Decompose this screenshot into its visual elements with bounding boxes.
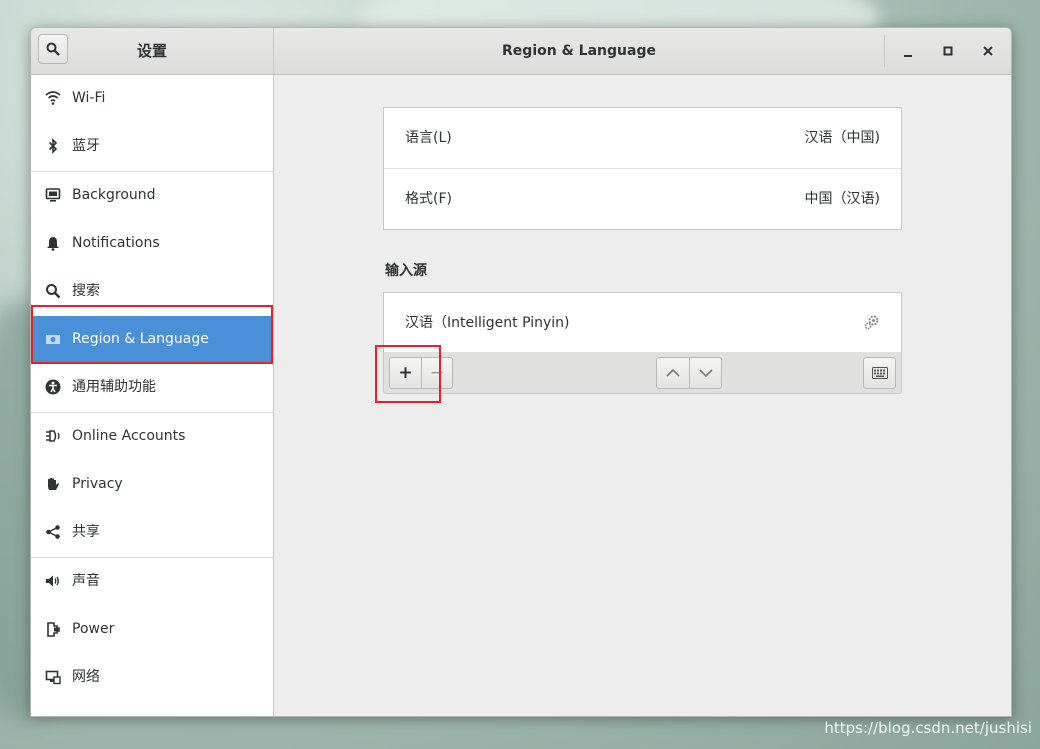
sidebar-item-wifi[interactable]: Wi-Fi	[31, 75, 273, 121]
settings-window: 设置 Region & Language Wi-Fi 蓝牙 Background…	[30, 27, 1012, 717]
sidebar: Wi-Fi 蓝牙 Background Notifications 搜索 Reg…	[31, 75, 274, 716]
maximize-icon	[943, 46, 953, 56]
input-sources-toolbar: + −	[383, 352, 902, 394]
move-up-button[interactable]	[656, 357, 690, 389]
sidebar-item-label: 通用辅助功能	[72, 379, 156, 395]
language-label: 语言(L)	[405, 130, 452, 146]
bell-icon	[47, 237, 59, 251]
window-title: Region & Language	[502, 43, 656, 59]
keyboard-layout-button[interactable]	[863, 357, 896, 389]
language-formats-panel: 语言(L) 汉语（中国) 格式(F) 中国（汉语)	[383, 107, 902, 230]
power-icon	[47, 622, 60, 637]
sidebar-header: 设置	[31, 28, 274, 74]
sidebar-item-label: Privacy	[72, 476, 123, 492]
wifi-icon	[45, 91, 61, 105]
sidebar-item-accessibility[interactable]: 通用辅助功能	[31, 364, 273, 410]
input-sources-list: 汉语（Intelligent Pinyin)	[383, 292, 902, 353]
speaker-icon	[46, 575, 59, 587]
sidebar-item-label: 共享	[72, 524, 100, 540]
sidebar-item-label: Wi-Fi	[72, 90, 106, 106]
minimize-button[interactable]	[897, 40, 919, 62]
sidebar-item-label: 声音	[72, 573, 100, 589]
highlight-box	[31, 305, 273, 364]
sidebar-item-label: Power	[72, 621, 115, 637]
background-icon	[45, 188, 61, 202]
sidebar-item-online-accounts[interactable]: Online Accounts	[31, 413, 273, 459]
sidebar-item-bluetooth[interactable]: 蓝牙	[31, 123, 273, 169]
network-icon	[45, 670, 61, 685]
chevron-down-icon	[698, 369, 713, 378]
move-down-button[interactable]	[689, 357, 722, 389]
sidebar-item-privacy[interactable]: Privacy	[31, 461, 273, 507]
sidebar-item-background[interactable]: Background	[31, 172, 273, 218]
formats-value: 中国（汉语)	[804, 191, 880, 207]
sidebar-item-label: 网络	[72, 669, 100, 685]
close-icon	[983, 46, 993, 56]
sidebar-item-label: 蓝牙	[72, 138, 100, 154]
accessibility-icon	[45, 379, 61, 395]
share-icon	[46, 525, 60, 539]
header-separator	[884, 35, 885, 67]
sidebar-item-power[interactable]: Power	[31, 606, 273, 652]
gear-icon[interactable]	[864, 314, 880, 330]
watermark: https://blog.csdn.net/jushisi	[824, 719, 1032, 737]
maximize-button[interactable]	[937, 40, 959, 62]
search-icon	[46, 284, 61, 299]
hand-icon	[48, 478, 59, 490]
sidebar-item-sharing[interactable]: 共享	[31, 509, 273, 555]
input-source-label: 汉语（Intelligent Pinyin)	[405, 315, 570, 331]
sidebar-item-notifications[interactable]: Notifications	[31, 220, 273, 266]
minimize-icon	[904, 55, 912, 57]
highlight-box	[375, 345, 441, 403]
sidebar-item-label: Background	[72, 187, 156, 203]
sidebar-item-network[interactable]: 网络	[31, 654, 273, 700]
bluetooth-icon	[48, 138, 58, 154]
formats-row[interactable]: 格式(F) 中国（汉语)	[384, 169, 901, 229]
chevron-up-icon	[666, 368, 680, 377]
sidebar-item-sound[interactable]: 声音	[31, 558, 273, 604]
language-row[interactable]: 语言(L) 汉语（中国)	[384, 108, 901, 168]
formats-label: 格式(F)	[405, 191, 452, 207]
header-bar: 设置 Region & Language	[31, 28, 1011, 75]
close-button[interactable]	[977, 40, 999, 62]
app-title: 设置	[136, 42, 167, 60]
sidebar-item-label: Online Accounts	[72, 428, 186, 444]
input-source-row[interactable]: 汉语（Intelligent Pinyin)	[384, 293, 901, 353]
input-sources-heading: 输入源	[385, 263, 427, 279]
keyboard-icon	[871, 367, 888, 379]
sidebar-item-label: Notifications	[72, 235, 160, 251]
language-value: 汉语（中国)	[804, 130, 880, 146]
online-accounts-icon	[46, 430, 60, 442]
